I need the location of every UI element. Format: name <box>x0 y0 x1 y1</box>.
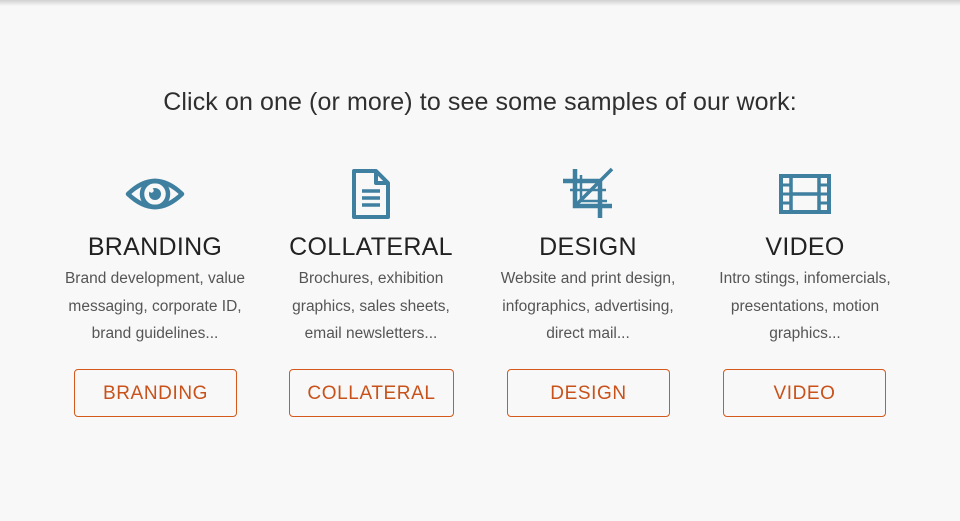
service-description: Brochures, exhibition graphics, sales sh… <box>292 270 450 342</box>
document-icon <box>263 166 479 222</box>
service-title: VIDEO <box>765 233 845 261</box>
branding-button[interactable]: BRANDING <box>74 369 237 417</box>
service-description: Website and print design, infographics, … <box>500 270 676 342</box>
service-title: COLLATERAL <box>289 233 453 261</box>
design-button[interactable]: DESIGN <box>507 369 670 417</box>
service-collateral: COLLATERAL Brochures, exhibition graphic… <box>263 166 479 348</box>
service-branding: BRANDING Brand development, value messag… <box>47 166 263 348</box>
service-video: VIDEO Intro stings, infomercials, presen… <box>697 166 913 348</box>
service-description: Intro stings, infomercials, presentation… <box>719 270 891 342</box>
top-shadow <box>0 0 960 6</box>
film-icon <box>697 166 913 222</box>
collateral-button[interactable]: COLLATERAL <box>289 369 454 417</box>
service-title: BRANDING <box>87 233 223 261</box>
service-title: DESIGN <box>539 233 637 261</box>
page-heading: Click on one (or more) to see some sampl… <box>163 88 797 116</box>
eye-icon <box>47 166 263 222</box>
service-design: DESIGN Website and print design, infogra… <box>480 166 696 348</box>
crop-icon <box>480 166 696 222</box>
video-button[interactable]: VIDEO <box>723 369 886 417</box>
service-description: Brand development, value messaging, corp… <box>64 270 246 342</box>
